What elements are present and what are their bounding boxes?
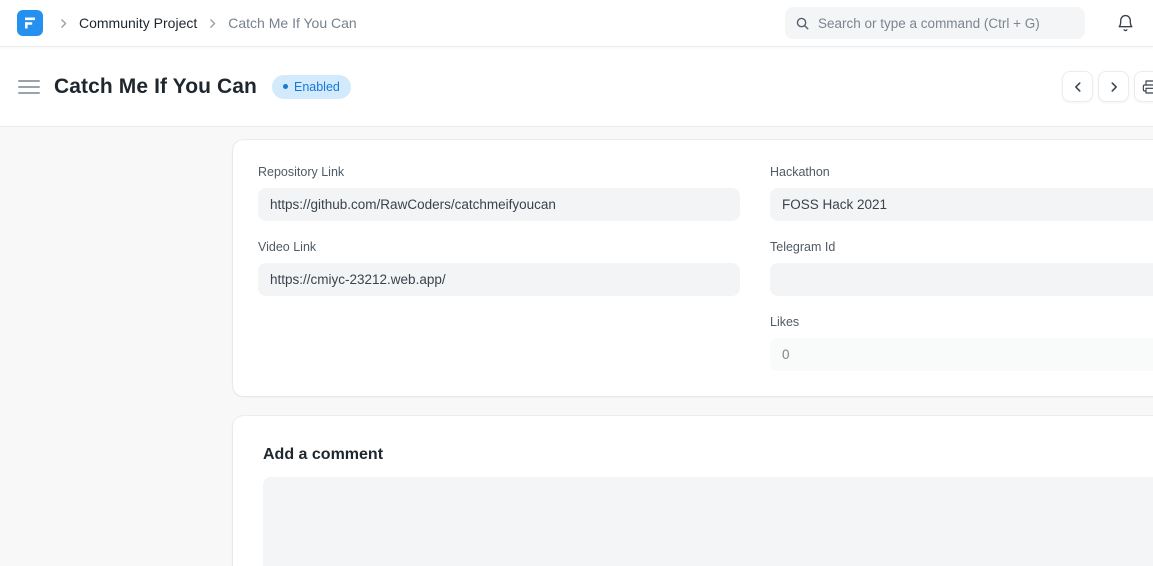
hamburger-icon xyxy=(18,86,40,88)
search-icon xyxy=(795,16,810,31)
chevron-left-icon xyxy=(1071,80,1085,94)
search-input[interactable] xyxy=(818,16,1075,31)
field-label: Repository Link xyxy=(258,165,740,180)
field-label: Telegram Id xyxy=(770,240,1153,255)
hamburger-icon xyxy=(18,80,40,82)
field-likes: Likes xyxy=(770,315,1153,371)
breadcrumb-item-community-project[interactable]: Community Project xyxy=(79,15,197,31)
form-column-left: Repository Link Video Link xyxy=(258,165,740,371)
frappe-f-glyph xyxy=(22,15,38,31)
main-content: Repository Link Video Link Hackathon Tel… xyxy=(0,127,1153,566)
field-hackathon: Hackathon xyxy=(770,165,1153,221)
field-repository-link: Repository Link xyxy=(258,165,740,221)
field-label: Video Link xyxy=(258,240,740,255)
comment-input[interactable] xyxy=(263,477,1153,566)
chevron-right-icon xyxy=(1107,80,1121,94)
frappe-logo-icon[interactable] xyxy=(17,10,43,36)
hamburger-icon xyxy=(18,92,40,94)
breadcrumb: Community Project Catch Me If You Can xyxy=(57,15,357,31)
hackathon-input[interactable] xyxy=(770,188,1153,221)
previous-record-button[interactable] xyxy=(1062,71,1093,102)
global-search[interactable] xyxy=(785,7,1085,39)
field-label: Likes xyxy=(770,315,1153,330)
chevron-right-icon xyxy=(206,17,219,30)
page-header: Catch Me If You Can Enabled xyxy=(0,47,1153,127)
next-record-button[interactable] xyxy=(1098,71,1129,102)
print-button[interactable] xyxy=(1134,71,1153,102)
repository-link-input[interactable] xyxy=(258,188,740,221)
chevron-right-icon xyxy=(57,17,70,30)
field-label: Hackathon xyxy=(770,165,1153,180)
comment-card: Add a comment xyxy=(233,416,1153,566)
video-link-input[interactable] xyxy=(258,263,740,296)
printer-icon xyxy=(1142,79,1153,95)
telegram-id-input[interactable] xyxy=(770,263,1153,296)
bell-icon xyxy=(1116,14,1135,33)
notifications-button[interactable] xyxy=(1114,12,1137,35)
status-badge-label: Enabled xyxy=(294,80,340,94)
header-actions xyxy=(1062,71,1153,102)
navbar: Community Project Catch Me If You Can xyxy=(0,0,1153,47)
status-badge: Enabled xyxy=(272,75,351,99)
likes-input xyxy=(770,338,1153,371)
page-title: Catch Me If You Can xyxy=(54,75,257,99)
status-dot-icon xyxy=(283,84,288,89)
form-column-right: Hackathon Telegram Id Likes xyxy=(770,165,1153,371)
field-video-link: Video Link xyxy=(258,240,740,296)
breadcrumb-item-current: Catch Me If You Can xyxy=(228,15,356,31)
add-comment-heading: Add a comment xyxy=(263,446,1153,464)
field-telegram-id: Telegram Id xyxy=(770,240,1153,296)
sidebar-toggle-button[interactable] xyxy=(18,78,40,96)
details-form-card: Repository Link Video Link Hackathon Tel… xyxy=(233,140,1153,396)
